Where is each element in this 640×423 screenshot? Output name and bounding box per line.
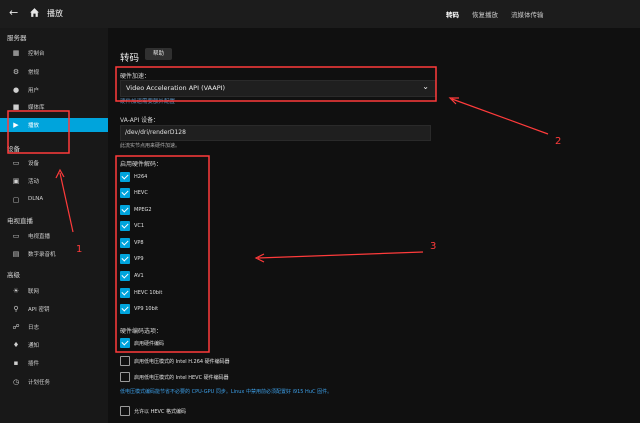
annotation-box-2 bbox=[115, 66, 437, 102]
annotation-arrow-1 bbox=[59, 172, 74, 233]
annotation-number-2: 2 bbox=[555, 136, 562, 147]
annotation-box-1 bbox=[7, 110, 70, 154]
annotation-number-1: 1 bbox=[76, 244, 83, 255]
annotation-number-3: 3 bbox=[430, 241, 437, 252]
annotation-overlay bbox=[7, 66, 549, 353]
annotation-box-3 bbox=[115, 155, 210, 353]
annotation-arrow-3 bbox=[257, 251, 424, 259]
annotation-arrow-2 bbox=[451, 98, 549, 135]
